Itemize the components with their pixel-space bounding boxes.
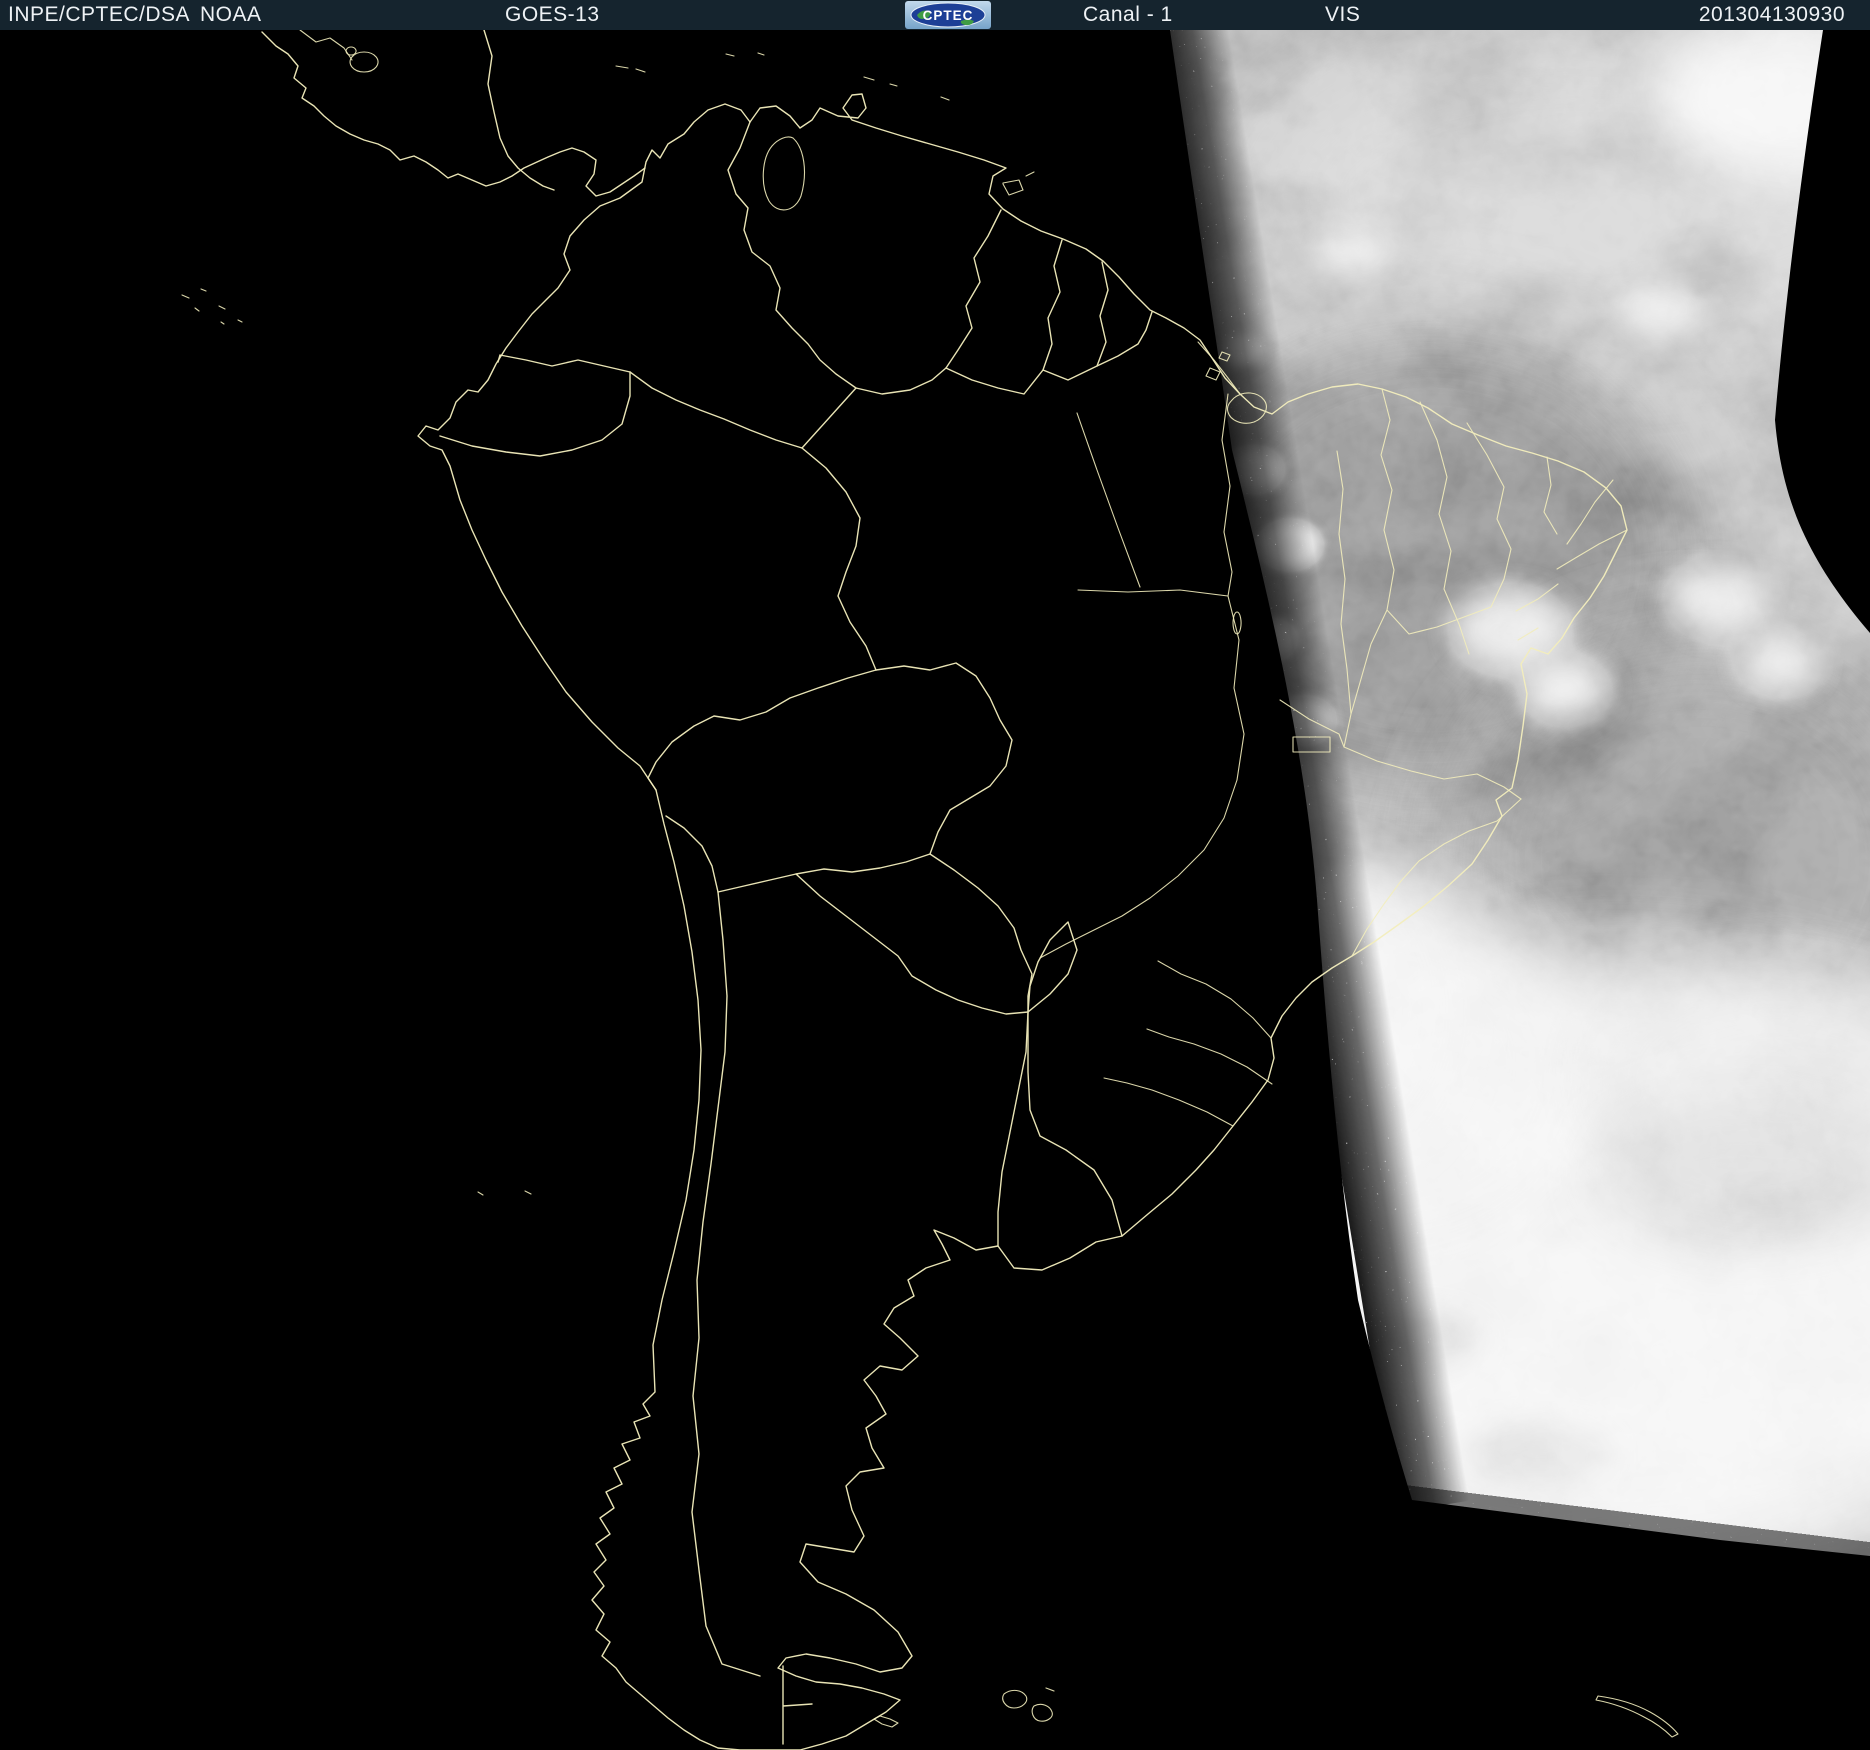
band-label: VIS [1325,3,1361,26]
cptec-logo: CPTEC [905,1,991,29]
logo-text: CPTEC [923,8,974,23]
timestamp-label: 201304130930 [1698,3,1845,26]
satellite-label: GOES-13 [505,3,600,26]
header-bar: INPE/CPTEC/DSA NOAA GOES-13 CPTEC Canal … [0,0,1870,30]
satellite-map [0,0,1870,1750]
agency-label: INPE/CPTEC/DSA [8,3,191,26]
satellite-image-viewport: INPE/CPTEC/DSA NOAA GOES-13 CPTEC Canal … [0,0,1870,1750]
channel-label: Canal - 1 [1083,3,1173,26]
organization-label: NOAA [200,3,262,26]
